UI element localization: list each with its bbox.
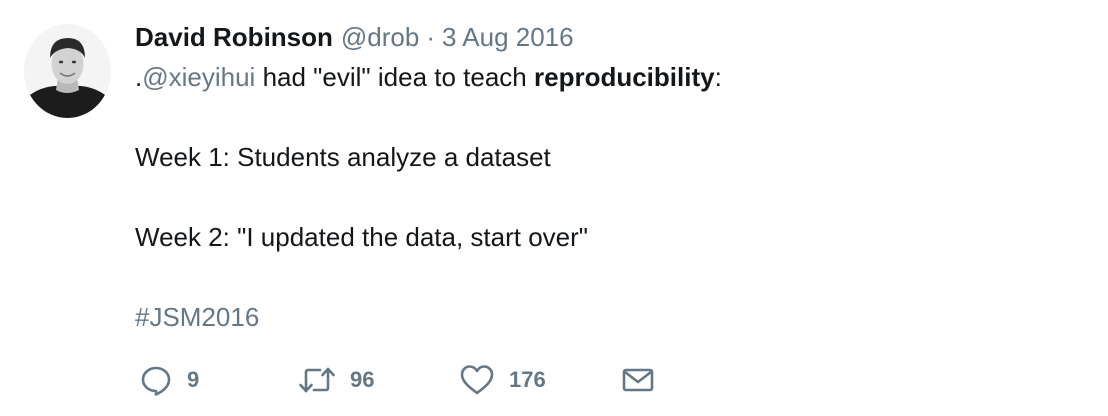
retweet-button[interactable]: 96 <box>298 360 374 400</box>
tweet-text-line-3: Week 2: "I updated the data, start over" <box>135 222 589 252</box>
text-middle: had "evil" idea to teach <box>255 62 534 92</box>
like-button[interactable]: 176 <box>459 360 546 400</box>
avatar[interactable] <box>24 24 111 118</box>
text-suffix: : <box>714 62 722 92</box>
heart-icon <box>460 365 494 395</box>
tweet-header: David Robinson @drob · 3 Aug 2016 <box>135 20 574 54</box>
tweet-text-line-2: Week 1: Students analyze a dataset <box>135 142 551 172</box>
retweet-count: 96 <box>350 367 375 392</box>
direct-message-button[interactable] <box>621 360 655 400</box>
reply-icon <box>141 366 171 396</box>
reply-count: 9 <box>187 367 200 392</box>
header-separator: · <box>426 21 436 52</box>
mention-link[interactable]: @xieyihui <box>142 62 255 92</box>
display-name[interactable]: David Robinson <box>135 22 333 53</box>
tweet-text-line-1: .@xieyihui had "evil" idea to teach repr… <box>135 60 722 94</box>
retweet-icon <box>299 367 335 393</box>
reply-button[interactable]: 9 <box>139 360 199 400</box>
bold-keyword: reproducibility <box>533 62 715 92</box>
avatar-photo <box>24 24 111 118</box>
tweet-actions: 9 96 176 <box>135 360 695 400</box>
tweet: David Robinson @drob · 3 Aug 2016 .@xiey… <box>0 0 1108 416</box>
hashtag-link[interactable]: #JSM2016 <box>135 300 259 334</box>
like-count: 176 <box>509 367 546 392</box>
user-handle[interactable]: @drob <box>341 22 419 53</box>
envelope-icon <box>622 368 654 392</box>
tweet-date[interactable]: 3 Aug 2016 <box>442 22 574 53</box>
